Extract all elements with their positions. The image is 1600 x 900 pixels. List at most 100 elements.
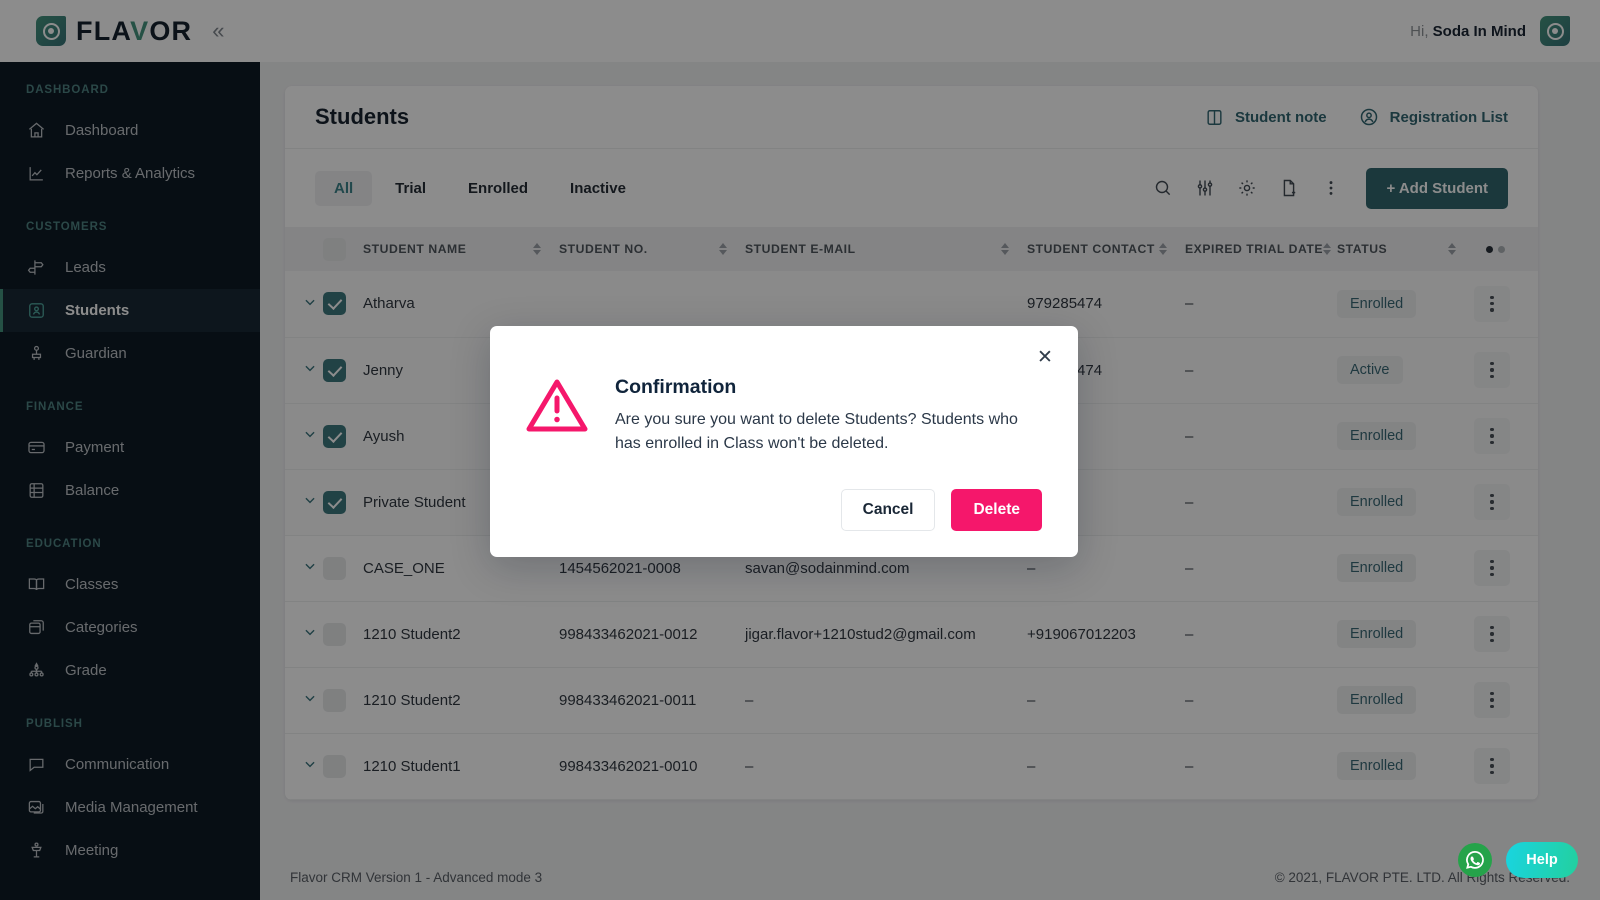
brand-logo[interactable]: FLAVOR « [0, 0, 260, 62]
gear-icon[interactable] [1237, 178, 1257, 198]
row-checkbox[interactable] [323, 688, 346, 712]
chevron-down-icon[interactable] [303, 427, 317, 441]
row-select-cell[interactable] [323, 667, 363, 734]
row-select-cell[interactable] [323, 337, 363, 404]
sidebar-item-guardian[interactable]: Guardian [0, 332, 260, 375]
cell-row-actions[interactable] [1474, 469, 1538, 536]
chevron-down-icon[interactable] [303, 559, 317, 573]
chevron-down-icon[interactable] [303, 625, 317, 639]
sidebar-item-grade[interactable]: Grade [0, 649, 260, 692]
sidebar-item-categories[interactable]: Categories [0, 606, 260, 649]
sort-icon[interactable] [533, 243, 541, 255]
row-expand-cell[interactable] [285, 733, 323, 800]
delete-button[interactable]: Delete [951, 489, 1042, 531]
sidebar-item-students[interactable]: Students [0, 289, 260, 332]
row-kebab-menu-icon[interactable] [1474, 682, 1510, 718]
tab-enrolled[interactable]: Enrolled [449, 171, 547, 206]
row-expand-cell[interactable] [285, 337, 323, 404]
add-student-button[interactable]: + Add Student [1366, 167, 1508, 209]
row-checkbox[interactable] [323, 556, 346, 580]
filter-sliders-icon[interactable] [1195, 178, 1215, 198]
chevron-down-icon[interactable] [303, 757, 317, 771]
cell-row-actions[interactable] [1474, 337, 1538, 404]
whatsapp-icon[interactable] [1458, 843, 1492, 877]
tab-all[interactable]: All [315, 170, 373, 206]
row-select-cell[interactable] [323, 535, 363, 602]
row-kebab-menu-icon[interactable] [1474, 285, 1510, 322]
sort-icon[interactable] [1448, 243, 1456, 255]
registration-list-button[interactable]: Registration List [1359, 107, 1508, 127]
sort-icon[interactable] [1001, 243, 1009, 255]
student-note-button[interactable]: Student note [1205, 108, 1327, 127]
select-all-checkbox[interactable] [323, 237, 346, 261]
sidebar-item-reports-analytics[interactable]: Reports & Analytics [0, 152, 260, 195]
file-add-icon[interactable] [1279, 178, 1299, 198]
row-checkbox[interactable] [323, 490, 346, 514]
sidebar-item-leads[interactable]: Leads [0, 246, 260, 289]
row-expand-cell[interactable] [285, 535, 323, 602]
th-student-name[interactable]: STUDENT NAME [363, 227, 559, 271]
help-button[interactable]: Help [1506, 842, 1578, 878]
close-icon[interactable]: ✕ [1034, 346, 1056, 368]
sidebar-item-balance[interactable]: Balance [0, 469, 260, 512]
table-row[interactable]: 1210 Student2 998433462021-0011– – – Enrolle… [285, 667, 1538, 734]
sidebar-item-payment[interactable]: Payment [0, 426, 260, 469]
row-kebab-menu-icon[interactable] [1474, 484, 1510, 520]
row-select-cell[interactable] [323, 271, 363, 338]
cell-row-actions[interactable] [1474, 403, 1538, 470]
table-row[interactable]: 1210 Student1 998433462021-0010– – – Enrolle… [285, 733, 1538, 800]
sidebar-item-media-management[interactable]: Media Management [0, 786, 260, 829]
sidebar-item-communication[interactable]: Communication [0, 743, 260, 786]
cell-row-actions[interactable] [1474, 535, 1538, 602]
row-expand-cell[interactable] [285, 601, 323, 668]
row-kebab-menu-icon[interactable] [1474, 352, 1510, 388]
sort-icon[interactable] [1323, 243, 1332, 255]
row-expand-cell[interactable] [285, 667, 323, 734]
avatar[interactable] [1540, 16, 1570, 46]
th-column-options[interactable] [1474, 227, 1538, 271]
row-expand-cell[interactable] [285, 403, 323, 470]
th-student-no[interactable]: STUDENT NO. [559, 227, 745, 271]
row-select-cell[interactable] [323, 403, 363, 470]
th-select-all[interactable] [323, 227, 363, 271]
row-expand-cell[interactable] [285, 469, 323, 536]
row-select-cell[interactable] [323, 469, 363, 536]
sort-icon[interactable] [1159, 243, 1167, 255]
tab-trial[interactable]: Trial [376, 171, 445, 206]
chevron-down-icon[interactable] [303, 361, 317, 375]
row-expand-cell[interactable] [285, 271, 323, 338]
th-status[interactable]: STATUS [1337, 227, 1474, 271]
row-kebab-menu-icon[interactable] [1474, 418, 1510, 454]
cancel-button[interactable]: Cancel [840, 489, 936, 531]
sort-icon[interactable] [719, 243, 727, 255]
cell-row-actions[interactable] [1474, 733, 1538, 800]
kebab-menu-icon[interactable] [1321, 178, 1341, 198]
sidebar-item-dashboard[interactable]: Dashboard [0, 109, 260, 152]
th-student-email[interactable]: STUDENT E-MAIL [745, 227, 1027, 271]
th-student-contact[interactable]: STUDENT CONTACT [1027, 227, 1185, 271]
table-row[interactable]: 1210 Student2 998433462021-0012 jigar.flav… [285, 601, 1538, 668]
row-checkbox[interactable] [323, 622, 346, 646]
chevron-down-icon[interactable] [303, 295, 317, 309]
row-checkbox[interactable] [323, 358, 346, 382]
chevron-down-icon[interactable] [303, 493, 317, 507]
row-checkbox[interactable] [323, 754, 346, 778]
sidebar-item-classes[interactable]: Classes [0, 563, 260, 606]
th-expired-trial-date[interactable]: EXPIRED TRIAL DATE [1185, 227, 1337, 271]
chevron-down-icon[interactable] [303, 691, 317, 705]
sidebar-collapse-icon[interactable]: « [212, 20, 224, 42]
row-checkbox[interactable] [323, 292, 346, 316]
sidebar-item-meeting[interactable]: Meeting [0, 829, 260, 872]
row-select-cell[interactable] [323, 733, 363, 800]
cell-row-actions[interactable] [1474, 601, 1538, 668]
tab-inactive[interactable]: Inactive [551, 171, 645, 206]
cell-row-actions[interactable] [1474, 271, 1538, 338]
row-select-cell[interactable] [323, 601, 363, 668]
row-kebab-menu-icon[interactable] [1474, 616, 1510, 652]
row-kebab-menu-icon[interactable] [1474, 550, 1510, 586]
search-icon[interactable] [1153, 178, 1173, 198]
cell-row-actions[interactable] [1474, 667, 1538, 734]
row-checkbox[interactable] [323, 424, 346, 448]
column-pager-dots-icon[interactable] [1474, 245, 1538, 253]
row-kebab-menu-icon[interactable] [1474, 748, 1510, 784]
